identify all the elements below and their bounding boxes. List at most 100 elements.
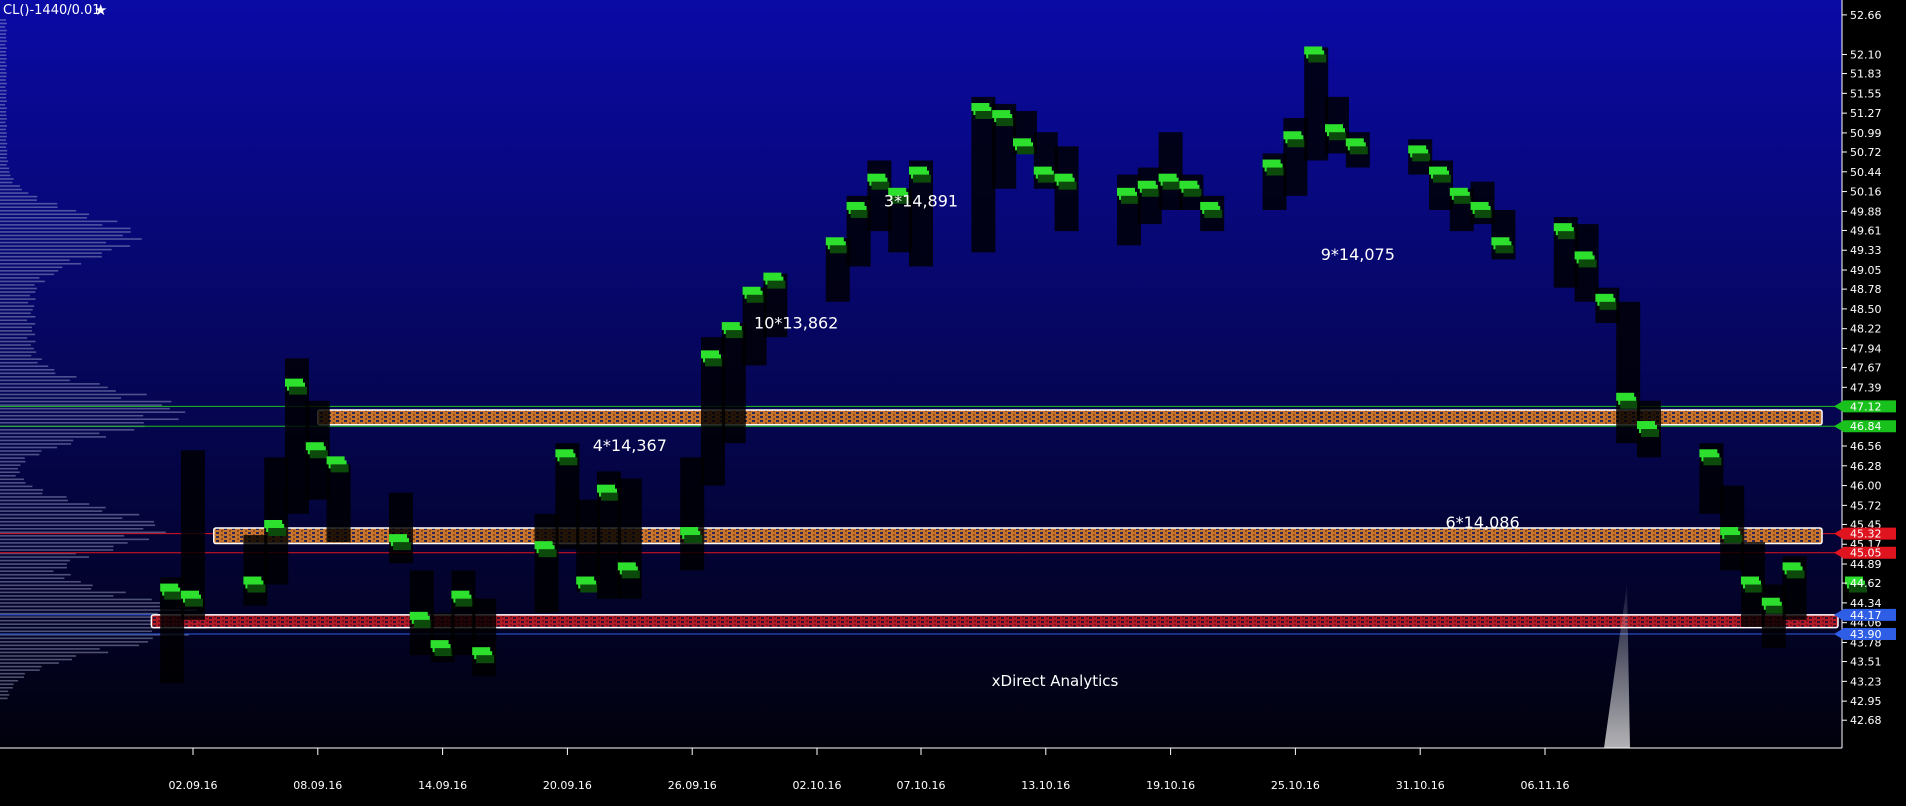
volume-profile-bin [0,280,45,283]
volume-profile-bin [0,58,7,60]
x-tick-label: 25.10.16 [1271,779,1320,792]
candle-body [680,457,705,571]
volume-annotation: 3*14,891 [884,191,958,210]
volume-cluster [913,174,931,183]
volume-profile-bin [0,566,67,569]
y-tick-label: 49.05 [1850,264,1882,277]
volume-profile-bin [0,365,49,368]
volume-profile-bin [0,474,16,477]
volume-profile-bin [0,128,6,131]
volume-profile-bin [0,217,88,219]
volume-profile-bin [0,156,7,159]
volume-profile-bin [0,305,35,307]
volume-profile-bin [0,323,36,325]
volume-profile-bin [0,149,8,152]
volume-profile-bin [0,683,14,686]
volume-profile-bin [0,520,155,523]
y-tick-label: 47.39 [1850,381,1882,394]
volume-cluster [1578,259,1597,268]
volume-cluster [1183,188,1202,197]
volume-profile-bin [0,662,59,664]
volume-annotation: 6*14,086 [1446,513,1520,532]
volume-profile-bin [0,171,10,173]
volume-profile-bin [0,262,82,265]
volume-profile-bin [0,538,150,541]
x-tick-label: 02.10.16 [793,779,842,792]
volume-cluster [1037,174,1056,183]
symbol-label[interactable]: CL()-1440/0.01 [3,3,101,18]
volume-profile-bin [0,111,7,113]
volume-profile-bin [0,446,58,449]
volume-profile-bin [0,513,140,516]
volume-cluster [725,330,744,339]
volume-profile-bin [0,439,74,442]
volume-cluster [1308,54,1327,63]
volume-cluster [434,648,453,657]
volume-cluster [1641,429,1659,438]
volume-annotation: 4*14,367 [593,436,667,455]
y-tick-label: 46.28 [1850,460,1882,473]
candle-body [472,598,497,677]
candle-body [721,323,746,444]
volume-profile-bin [0,372,56,375]
y-tick-label: 42.68 [1850,714,1882,727]
volume-cluster [1765,605,1784,614]
volume-cluster [1412,153,1431,162]
volume-cluster [621,570,640,579]
x-tick-label: 07.10.16 [897,779,946,792]
volume-profile-bin [0,118,7,120]
star-icon[interactable]: ★ [94,1,107,19]
volume-profile-bin [0,584,93,587]
volume-profile-bin [0,103,6,106]
volume-profile-bin [0,146,6,148]
volume-profile-bin [0,199,37,201]
candle-body [617,478,642,599]
volume-profile-bin [0,570,54,572]
volume-profile-bin [0,393,147,396]
volume-profile-bin [0,202,58,205]
volume-profile-bin [0,340,36,343]
y-tick-label: 51.83 [1850,68,1882,81]
volume-profile-bin [0,397,122,399]
zone-45[interactable] [213,527,1823,545]
candle-body [1616,301,1641,444]
volume-profile-bin [0,82,7,85]
y-tick-label: 43.23 [1850,675,1882,688]
volume-cluster [1786,570,1805,579]
x-tick-label: 19.10.16 [1146,779,1195,792]
x-tick-label: 14.09.16 [418,779,467,792]
zone-47[interactable] [317,409,1823,426]
volume-profile-bin [0,368,55,371]
volume-profile-bin [0,612,158,615]
volume-profile-bin [0,185,21,187]
volume-profile-bin [0,414,144,417]
volume-profile-bin [0,270,59,272]
volume-cluster [476,655,495,664]
price-chart[interactable]: 10*13,862 3*14,891 9*14,075 4*14,367 6*14,08… [0,0,1906,802]
volume-profile-bin [0,68,6,71]
volume-cluster [1703,457,1722,466]
y-tick-label: 42.95 [1850,695,1882,708]
volume-profile-bin [0,326,32,329]
volume-profile-bin [0,386,108,389]
volume-profile-bin [0,195,38,198]
volume-profile-bin [0,686,13,689]
volume-profile-bin [0,26,6,28]
volume-profile-bin [0,139,6,141]
volume-profile-bin [0,573,71,576]
volume-profile-bin [0,496,67,498]
volume-cluster [705,358,723,367]
volume-profile-bin [0,153,8,156]
zone-44[interactable] [150,614,1839,629]
volume-profile-bin [0,259,70,262]
volume-profile-bin [0,308,33,311]
price-tag-label: 47.12 [1850,400,1882,413]
volume-cluster [767,280,786,289]
volume-profile-bin [0,192,29,194]
volume-profile-bin [0,510,103,512]
volume-profile-bin [0,577,65,580]
price-tag-label: 45.32 [1850,528,1882,541]
volume-profile-bin [0,595,114,597]
volume-cluster [1433,174,1451,183]
y-tick-label: 48.22 [1850,323,1882,336]
